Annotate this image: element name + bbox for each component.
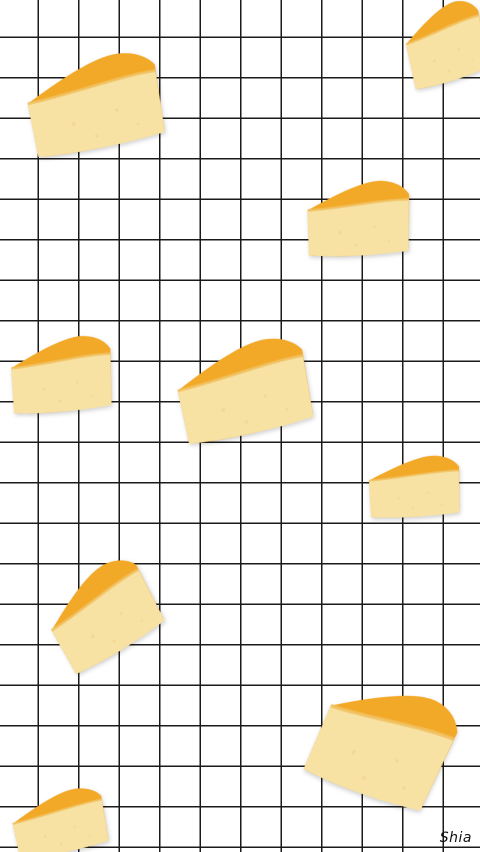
cheese-wedge-icon: [20, 46, 169, 162]
cheese-wedge-icon: [7, 330, 116, 420]
artist-signature: Shia: [439, 830, 472, 846]
grid-wallpaper: Shia: [0, 0, 480, 852]
cheese-wedge-icon: [7, 783, 112, 852]
cheese-wedge-icon: [169, 331, 317, 449]
cheese-wedge-icon: [398, 0, 480, 93]
cheese-wedge-icon: [301, 172, 415, 265]
cheese-wedge-icon: [364, 450, 464, 525]
cheese-wedge-icon: [293, 652, 473, 831]
cheese-wedge-icon: [31, 547, 172, 680]
